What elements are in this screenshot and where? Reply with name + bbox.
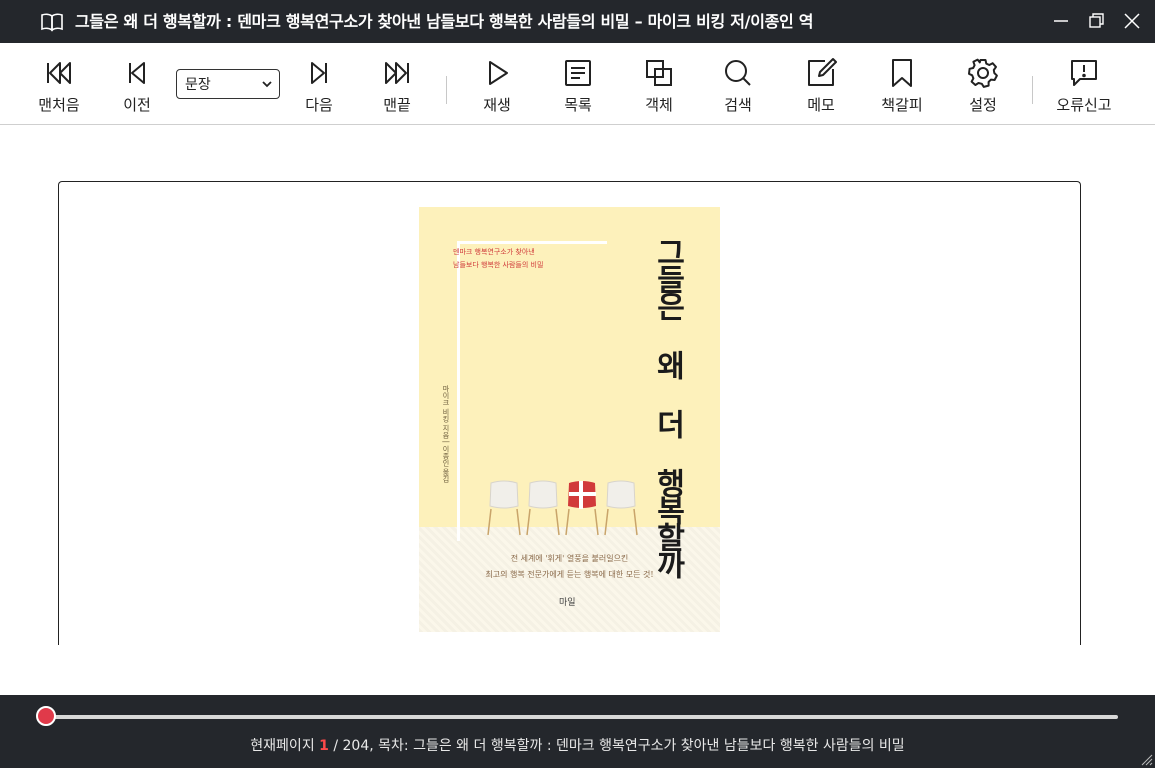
objects-button[interactable]: 객체	[619, 43, 699, 124]
table-of-contents-button[interactable]: 목록	[538, 43, 618, 124]
window-title: 그들은 왜 더 행복할까 : 덴마크 행복연구소가 찾아낸 남들보다 행복한 사…	[75, 12, 814, 31]
play-icon	[480, 56, 514, 90]
resize-grip-icon[interactable]	[1139, 752, 1153, 766]
close-button[interactable]	[1121, 10, 1143, 32]
cover-tagline: 전 세계에 '휘게' 열풍을 불러일으킨 최고의 행복 전문가에게 듣는 행복에…	[419, 551, 720, 583]
close-icon	[1124, 13, 1140, 29]
overlapping-squares-icon	[642, 56, 676, 90]
memo-label: 메모	[807, 96, 835, 114]
gear-icon	[966, 56, 1000, 90]
status-bar: 현재페이지 1 / 204, 목차: 그들은 왜 더 행복할까 : 덴마크 행복…	[0, 695, 1155, 768]
skip-to-last-icon	[380, 56, 414, 90]
first-page-button[interactable]: 맨처음	[19, 43, 99, 124]
table-of-contents-label: 목록	[564, 96, 592, 114]
step-back-icon	[120, 56, 154, 90]
last-page-label: 맨끝	[383, 96, 411, 114]
toolbar: 맨처음 이전 문장 다음 맨끝 재생 목록 객체 검색 메모 책갈피 설정 오류…	[0, 43, 1155, 125]
cover-author: 마이크 비킹 지음 | 이종인 옮김	[442, 385, 450, 483]
minimize-button[interactable]	[1050, 10, 1072, 32]
previous-label: 이전	[123, 96, 151, 114]
restore-button[interactable]	[1085, 10, 1107, 32]
cover-tagline-line: 전 세계에 '휘게' 열풍을 불러일으킨	[510, 554, 629, 563]
cover-subtitle-line: 덴마크 행복연구소가 찾아낸	[453, 248, 535, 256]
toc-title: 그들은 왜 더 행복할까 : 덴마크 행복연구소가 찾아낸 남들보다 행복한 사…	[413, 738, 905, 754]
restore-icon	[1089, 13, 1104, 28]
toolbar-divider	[446, 76, 447, 104]
search-label: 검색	[724, 96, 752, 114]
total-pages: / 204,	[333, 738, 374, 754]
memo-button[interactable]: 메모	[781, 43, 861, 124]
bookmark-label: 책갈피	[881, 96, 923, 114]
last-page-button[interactable]: 맨끝	[357, 43, 437, 124]
page-progress-slider[interactable]	[36, 706, 1118, 726]
bookmark-icon	[885, 56, 919, 90]
toolbar-divider	[1032, 76, 1033, 104]
report-error-label: 오류신고	[1056, 96, 1112, 114]
cover-decor-line	[457, 241, 460, 541]
play-button[interactable]: 재생	[457, 43, 537, 124]
skip-to-first-icon	[42, 56, 76, 90]
cover-decor-line	[457, 241, 607, 244]
current-page-label: 현재페이지	[250, 738, 315, 754]
open-book-icon	[40, 12, 64, 32]
navigation-unit-value: 문장	[185, 77, 211, 93]
next-label: 다음	[305, 96, 333, 114]
current-page-number: 1	[319, 738, 329, 754]
page-status-text: 현재페이지 1 / 204, 목차: 그들은 왜 더 행복할까 : 덴마크 행복…	[0, 735, 1155, 755]
publisher-logo: 마일	[559, 598, 576, 608]
objects-label: 객체	[645, 96, 673, 114]
first-page-label: 맨처음	[38, 96, 80, 114]
bookmark-button[interactable]: 책갈피	[862, 43, 942, 124]
window-title-bar: 그들은 왜 더 행복할까 : 덴마크 행복연구소가 찾아낸 남들보다 행복한 사…	[0, 0, 1155, 43]
settings-button[interactable]: 설정	[943, 43, 1023, 124]
navigation-unit-select[interactable]: 문장	[176, 69, 280, 99]
cover-tagline-line: 최고의 행복 전문가에게 듣는 행복에 대한 모든 것!	[485, 570, 654, 579]
minimize-icon	[1054, 20, 1068, 22]
cover-subtitle: 덴마크 행복연구소가 찾아낸 남들보다 행복한 사람들의 비밀	[453, 246, 543, 272]
book-cover-image: 덴마크 행복연구소가 찾아낸 남들보다 행복한 사람들의 비밀 그들은 왜 더 …	[419, 207, 720, 632]
step-forward-icon	[302, 56, 336, 90]
settings-label: 설정	[969, 96, 997, 114]
toc-label: 목차:	[378, 738, 409, 754]
chairs-illustration	[487, 480, 638, 536]
cover-title: 그들은 왜 더 행복할까	[650, 237, 685, 576]
progress-handle[interactable]	[36, 706, 56, 726]
previous-button[interactable]: 이전	[97, 43, 177, 124]
chevron-down-icon	[262, 81, 272, 88]
cover-subtitle-line: 남들보다 행복한 사람들의 비밀	[453, 261, 544, 269]
search-button[interactable]: 검색	[698, 43, 778, 124]
edit-note-icon	[804, 56, 838, 90]
search-icon	[721, 56, 755, 90]
content-bottom-mask	[0, 645, 1155, 695]
next-button[interactable]: 다음	[279, 43, 359, 124]
list-document-icon	[561, 56, 595, 90]
report-error-button[interactable]: 오류신고	[1044, 43, 1124, 124]
report-bubble-icon	[1067, 56, 1101, 90]
play-label: 재생	[483, 96, 511, 114]
